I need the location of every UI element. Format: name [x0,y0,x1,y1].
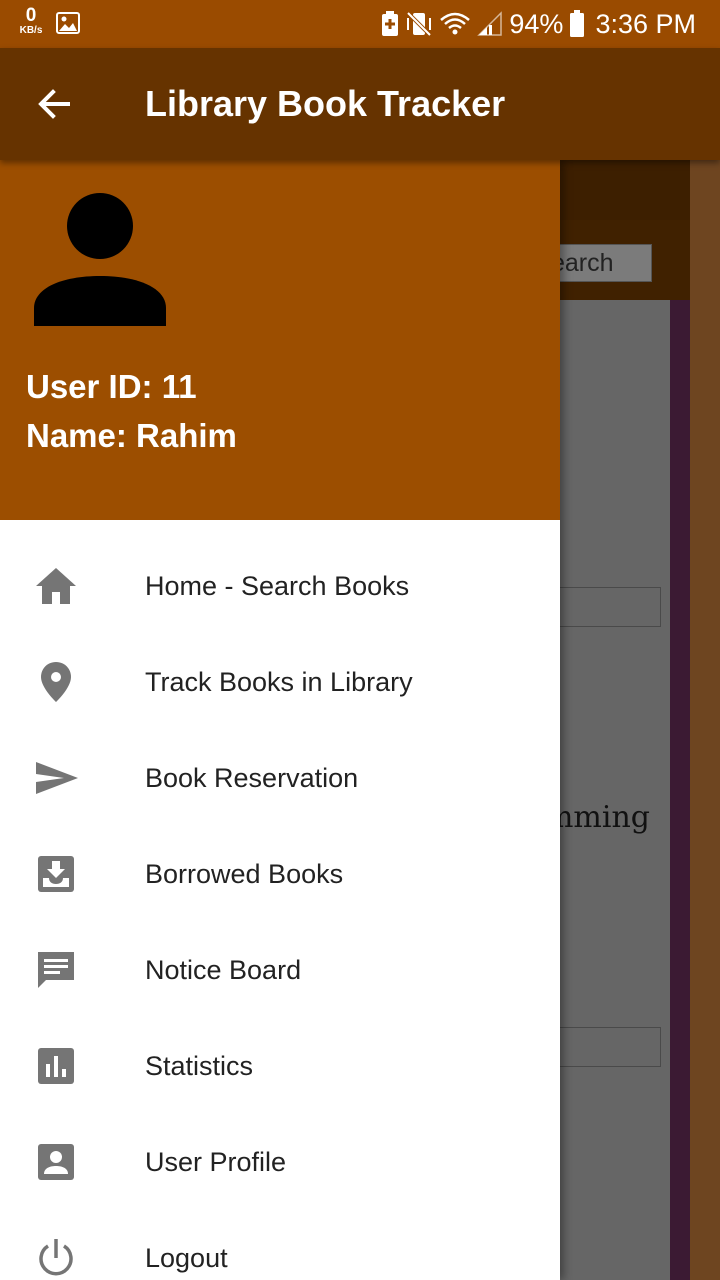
account-box-icon [38,1144,74,1180]
menu-item-label: User Profile [145,1147,287,1177]
clock: 3:36 PM [595,8,696,39]
inbox-download-icon [38,856,74,892]
menu-item-track-books[interactable]: Track Books in Library [0,634,560,730]
message-icon [38,952,74,988]
wifi-icon [440,12,471,35]
vibrate-mute-icon [406,11,432,37]
user-name: Name: Rahim [26,417,237,454]
image-icon [56,12,80,34]
background-right-edge [690,160,720,1280]
menu-item-label: Track Books in Library [145,667,413,697]
battery-icon [570,10,585,37]
menu-item-statistics[interactable]: Statistics [0,1018,560,1114]
network-speed-unit: KB/s [19,25,43,36]
app-title: Library Book Tracker [145,83,506,124]
network-speed: 0 KB/s [14,6,48,36]
send-icon [36,762,78,794]
menu-item-label: Home - Search Books [145,571,410,601]
menu-item-label: Logout [145,1243,228,1273]
menu-item-logout[interactable]: Logout [0,1210,560,1280]
user-id: User ID: 11 [26,368,197,405]
status-left: 0 KB/s [14,6,80,36]
menu-item-home-search-books[interactable]: Home - Search Books [0,538,560,634]
bar-chart-icon [38,1048,74,1084]
menu-item-notice-board[interactable]: Notice Board [0,922,560,1018]
menu-item-label: Book Reservation [145,763,359,793]
background-field [550,587,661,627]
background-content: earch amming [550,160,720,1280]
menu-item-label: Notice Board [145,955,302,985]
status-right: 94% 3:36 PM [381,0,696,48]
menu-item-label: Statistics [145,1051,254,1081]
drawer-header: User ID: 11 Name: Rahim [0,160,560,520]
background-text: amming [550,800,650,835]
arrow-back-icon[interactable] [34,84,74,124]
background-panel [560,300,670,1280]
power-icon [39,1239,73,1276]
background-side-strip [670,300,690,1280]
drawer-menu: Home - Search Books Track Books in Libra… [0,538,560,1280]
network-speed-value: 0 [25,5,37,26]
home-icon [36,568,76,604]
background-search-button: earch [550,244,652,282]
menu-item-borrowed-books[interactable]: Borrowed Books [0,826,560,922]
location-pin-icon [41,662,71,702]
background-field [550,1027,661,1067]
menu-item-user-profile[interactable]: User Profile [0,1114,560,1210]
navigation-drawer: User ID: 11 Name: Rahim Home - Search Bo… [0,160,560,1280]
menu-item-label: Borrowed Books [145,859,344,889]
avatar-icon [34,193,166,326]
battery-percent: 94% [509,8,564,39]
battery-saver-icon [382,11,399,36]
app-bar: Library Book Tracker [0,48,720,160]
signal-icon [477,11,503,36]
menu-item-book-reservation[interactable]: Book Reservation [0,730,560,826]
status-bar: 0 KB/s 94% 3:36 PM [0,0,720,48]
background-header [560,160,690,220]
